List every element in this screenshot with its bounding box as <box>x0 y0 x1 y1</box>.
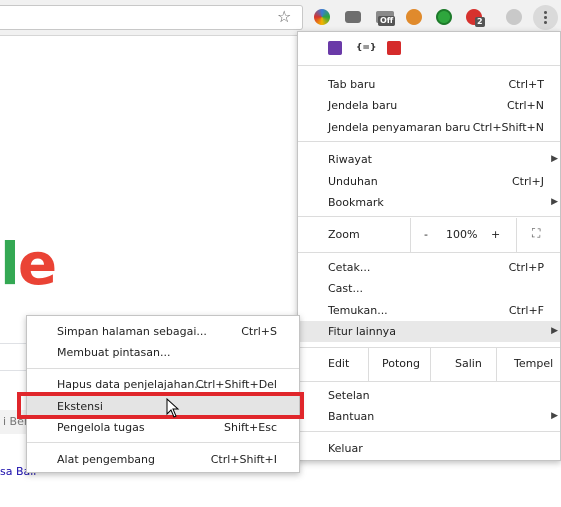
menu-item-incognito[interactable]: Jendela penyamaran baru Ctrl+Shift+N <box>298 117 560 138</box>
menu-item-bookmarks[interactable]: Bookmark ▶ <box>298 192 560 213</box>
menu-item-downloads[interactable]: Unduhan Ctrl+J <box>298 171 560 192</box>
edit-row: Edit Potong Salin Tempel <box>298 347 560 381</box>
menu-item-new-window[interactable]: Jendela baru Ctrl+N <box>298 95 560 116</box>
zoom-in-button[interactable]: + <box>491 228 500 241</box>
submenu-item-dev-tools[interactable]: Alat pengembang Ctrl+Shift+I <box>27 449 299 470</box>
code-brackets-icon[interactable]: {=} <box>356 41 376 55</box>
paste-button[interactable]: Tempel <box>514 357 553 370</box>
submenu-item-create-shortcut[interactable]: Membuat pintasan... <box>27 342 299 363</box>
submenu-item-task-manager[interactable]: Pengelola tugas Shift+Esc <box>27 417 299 438</box>
zoom-row: Zoom - 100% + ⛶ <box>298 218 560 252</box>
menu-item-print[interactable]: Cetak... Ctrl+P <box>298 257 560 278</box>
green-circle-icon[interactable] <box>436 9 452 25</box>
zoom-level: 100% <box>446 228 478 241</box>
chrome-main-menu: {=} Tab baru Ctrl+T Jendela baru Ctrl+N Je… <box>297 31 561 461</box>
zoom-label: Zoom <box>328 228 360 241</box>
menu-item-exit[interactable]: Keluar <box>298 438 560 459</box>
menu-item-more-tools[interactable]: Fitur lainnya ▶ <box>298 321 560 342</box>
chevron-right-icon: ▶ <box>551 411 558 421</box>
camera-icon[interactable] <box>345 11 361 23</box>
purple-extension-icon[interactable] <box>328 41 342 55</box>
adblock-count-badge: 2 <box>475 17 485 27</box>
fullscreen-icon[interactable]: ⛶ <box>532 226 540 241</box>
chevron-right-icon: ▶ <box>551 326 558 336</box>
adblock-icon[interactable]: 2 <box>466 9 485 27</box>
cut-button[interactable]: Potong <box>382 357 420 370</box>
mouse-cursor-icon <box>166 398 180 418</box>
annotation-highlight-box <box>17 392 304 419</box>
chevron-right-icon: ▶ <box>551 197 558 207</box>
page-logo-fragment: le <box>0 230 57 298</box>
menu-item-new-tab[interactable]: Tab baru Ctrl+T <box>298 74 560 95</box>
submenu-item-save-page[interactable]: Simpan halaman sebagai... Ctrl+S <box>27 321 299 342</box>
menu-item-history[interactable]: Riwayat ▶ <box>298 149 560 170</box>
menu-item-cast[interactable]: Cast... <box>298 278 560 299</box>
copy-button[interactable]: Salin <box>455 357 482 370</box>
red-arrow-extension-icon[interactable] <box>387 41 401 55</box>
profile-icon[interactable] <box>506 9 522 25</box>
colorful-extension-icon[interactable] <box>314 9 330 25</box>
star-icon[interactable]: ☆ <box>277 8 291 26</box>
off-badge: Off <box>378 16 396 26</box>
image-extension-icon[interactable] <box>406 9 422 25</box>
menu-item-find[interactable]: Temukan... Ctrl+F <box>298 300 560 321</box>
address-bar[interactable] <box>0 5 303 30</box>
chevron-right-icon: ▶ <box>551 154 558 164</box>
menu-item-help[interactable]: Bantuan ▶ <box>298 406 560 427</box>
off-toggle-icon[interactable]: Off <box>376 11 396 26</box>
edit-label: Edit <box>328 357 350 370</box>
zoom-out-button[interactable]: - <box>424 228 428 241</box>
more-vert-icon[interactable] <box>533 5 558 30</box>
menu-item-settings[interactable]: Setelan <box>298 385 560 406</box>
